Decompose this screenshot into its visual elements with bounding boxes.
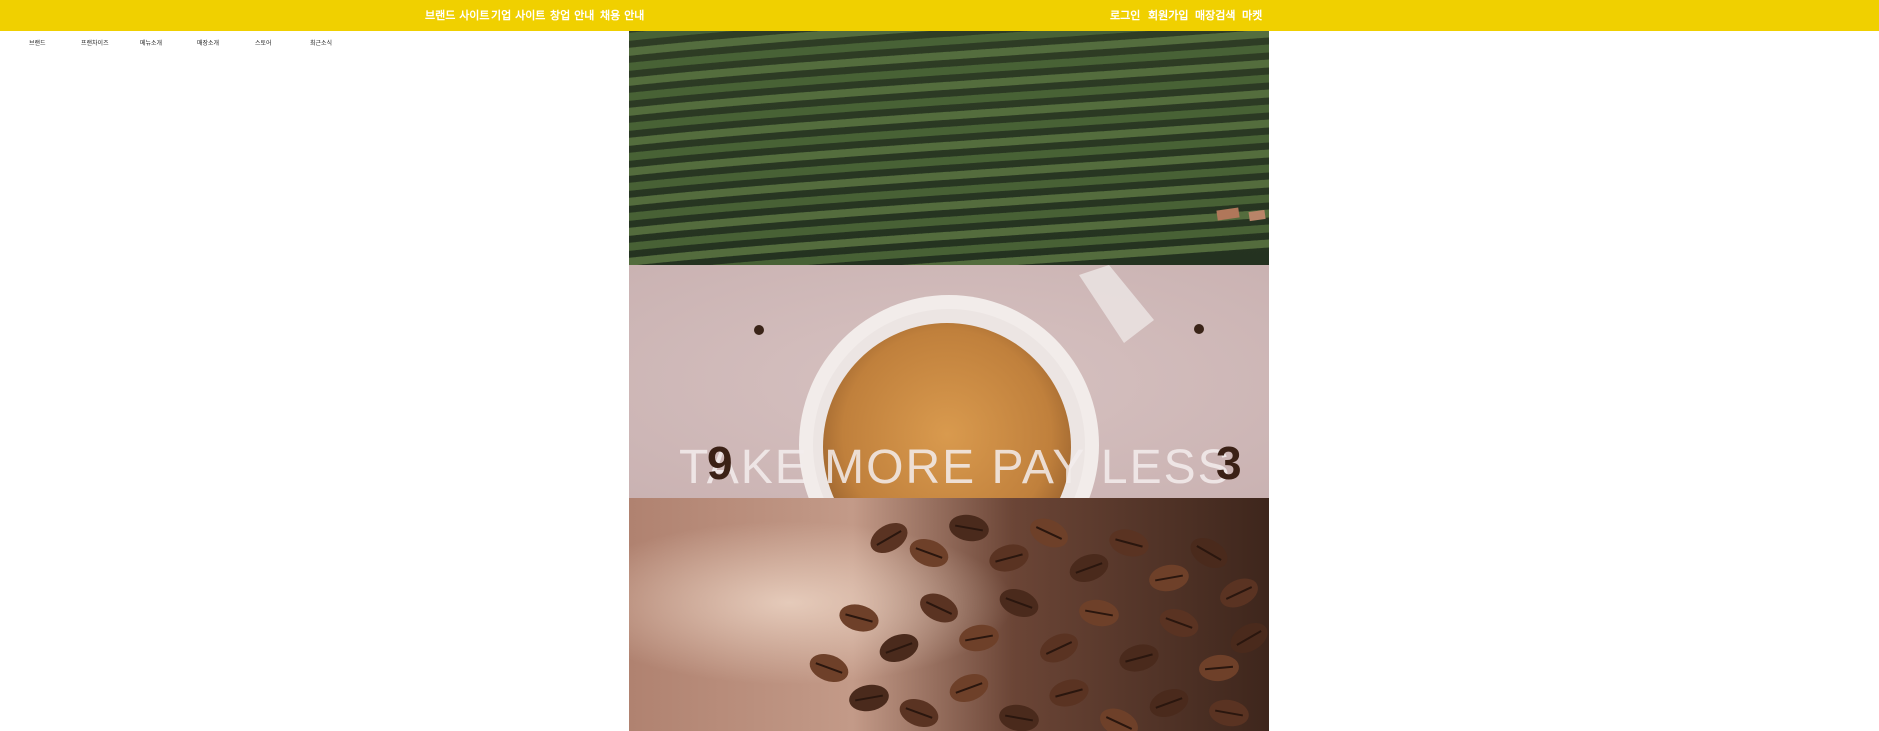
hero-image-plantation	[629, 31, 1269, 265]
hero-image-espresso: TAKE MORE PAY LESS 9 3	[629, 265, 1269, 498]
recruit-guide-link[interactable]: 채용 안내	[600, 7, 644, 23]
hero-image-coffee-beans	[629, 498, 1269, 731]
franchise-guide-link[interactable]: 창업 안내	[550, 7, 594, 23]
badge-left-number: 9	[707, 437, 733, 489]
badge-right-number: 3	[1216, 437, 1242, 489]
signup-link[interactable]: 회원가입	[1148, 7, 1188, 23]
dot-right-icon	[1194, 324, 1204, 334]
subnav-item-franchise[interactable]: 프랜차이즈	[81, 38, 109, 47]
subnav-item-stores[interactable]: 매장소개	[197, 38, 219, 47]
top-navigation-bar: 브랜드 사이트 기업 사이트 창업 안내 채용 안내 로그인 회원가입 매장검색…	[0, 0, 1879, 31]
store-search-link[interactable]: 매장검색	[1195, 7, 1235, 23]
subnav-item-menu[interactable]: 메뉴소개	[140, 38, 162, 47]
subnav-item-news[interactable]: 최근소식	[310, 38, 332, 47]
login-link[interactable]: 로그인	[1110, 7, 1140, 23]
corporate-site-link[interactable]: 기업 사이트	[491, 7, 545, 23]
sub-navigation: 브랜드 프랜차이즈 메뉴소개 매장소개 스토어 최근소식	[0, 36, 400, 50]
subnav-item-brand[interactable]: 브랜드	[29, 38, 46, 47]
market-link[interactable]: 마켓	[1242, 7, 1262, 23]
brand-site-link[interactable]: 브랜드 사이트	[425, 7, 490, 23]
subnav-item-store[interactable]: 스토어	[255, 38, 272, 47]
dot-left-icon	[754, 325, 764, 335]
slogan-text: TAKE MORE PAY LESS	[679, 441, 1232, 494]
